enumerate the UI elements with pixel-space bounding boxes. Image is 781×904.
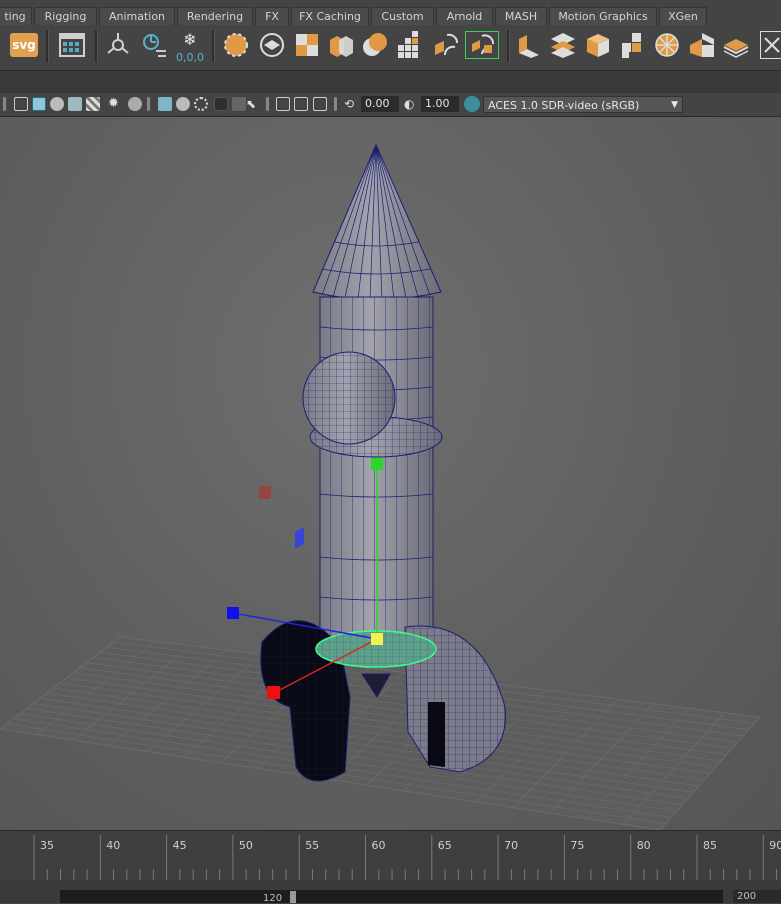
smooth-icon[interactable] [549,31,577,59]
x-axis-handle[interactable] [267,686,280,699]
bridge-icon[interactable] [515,31,543,59]
tab-fx-caching[interactable]: FX Caching [291,7,369,25]
range-end-field[interactable]: 200 [733,890,781,903]
smooth-shade-icon[interactable] [32,97,46,111]
pivot-reset-icon[interactable] [140,31,168,59]
exposure-field[interactable]: 0.00 [361,96,399,112]
range-slider-handle[interactable] [290,891,296,903]
extrude-icon[interactable] [432,31,460,59]
tab-xgen[interactable]: XGen [659,7,707,25]
y-axis-handle[interactable] [371,458,383,470]
xy-plane-handle[interactable] [295,527,304,549]
center-handle[interactable] [371,633,383,645]
z-axis-handle[interactable] [227,607,239,619]
shelf-separator [212,30,215,62]
timeline-tick-marks [33,835,778,881]
chevron-down-icon: ▼ [671,100,678,110]
exposure-icon[interactable]: ⟲ [344,97,358,111]
mirror-icon[interactable] [584,31,612,59]
select-cursor-icon[interactable]: ⬉ [246,97,260,111]
uv-editor-icon[interactable] [58,31,86,59]
anti-alias-icon[interactable] [194,97,208,111]
sweep-mesh-icon[interactable] [104,31,132,59]
combine-icon[interactable] [293,31,321,59]
rocket-cone [312,143,442,301]
depth-of-field-icon[interactable] [214,97,228,111]
shadows-icon[interactable] [128,97,142,111]
wireframe-on-shaded-icon[interactable] [50,97,64,111]
tab-animation[interactable]: Animation [99,7,175,25]
color-space-label: ACES 1.0 SDR-video (sRGB) [488,99,640,112]
tab-rigging[interactable]: Rigging [34,7,97,25]
sphere-select-icon[interactable] [222,31,250,59]
screen-space-ao-icon[interactable] [158,97,172,111]
range-current-value: 120 [263,893,283,904]
shelf-gap [0,70,781,93]
isolate-select-icon[interactable] [232,97,246,111]
freeze-transform-icon[interactable]: ❄ 0,0,0 [174,30,206,63]
tab-arnold[interactable]: Arnold [436,7,493,25]
multi-cut-icon[interactable] [396,31,424,59]
scene-svg [0,143,761,830]
gamma-icon[interactable]: ◐ [404,97,418,111]
soft-select-icon[interactable] [258,31,286,59]
textured-icon[interactable] [68,97,82,111]
yz-plane-handle[interactable] [259,486,271,499]
tab-modeling[interactable]: ting [0,7,32,25]
color-management-icon[interactable] [464,96,480,112]
panel-toolbar: ✹ ⬉ ⟲ 0.00 ◐ 1.00 ACES 1.0 SDR-video (sR… [0,93,781,117]
separate-icon[interactable] [327,31,355,59]
toolbar-divider [334,97,337,111]
tab-custom[interactable]: Custom [371,7,434,25]
overflow-shelf-icon[interactable] [760,31,781,59]
shelf-separator [507,30,510,62]
toolbar-divider [147,97,150,111]
toolbar-grip-icon [3,97,6,111]
range-slider[interactable] [60,890,723,903]
rocket-sphere [302,351,396,445]
perspective-viewport[interactable] [0,117,781,830]
shelf-tabs: ting Rigging Animation Rendering FX FX C… [0,0,781,27]
shelf-separator [46,30,49,62]
svg-tool-icon[interactable]: svg [10,33,38,57]
bevel-icon[interactable] [465,31,499,59]
snap-values: 0,0,0 [176,51,204,64]
color-space-dropdown[interactable]: ACES 1.0 SDR-video (sRGB) ▼ [483,96,683,113]
boolean-icon[interactable] [361,31,389,59]
checker-icon[interactable] [86,97,100,111]
quad-draw-icon[interactable] [618,31,646,59]
tab-fx[interactable]: FX [255,7,289,25]
resolution-gate-icon[interactable] [313,97,327,111]
shelf-icons: svg ❄ 0,0,0 [0,26,781,70]
toolbar-divider [266,97,269,111]
time-slider[interactable]: 35 40 45 50 55 60 65 70 75 80 85 90 [0,830,781,881]
light-icon[interactable]: ✹ [108,97,122,111]
xray-joints-icon[interactable] [294,97,308,111]
tab-motion-graphics[interactable]: Motion Graphics [549,7,657,25]
wireframe-cube-icon[interactable] [14,97,28,111]
svg-text:❄: ❄ [183,31,196,49]
gamma-field[interactable]: 1.00 [421,96,459,112]
mesh-display-icon[interactable] [722,31,750,59]
shelf-separator [95,30,98,62]
tab-rendering[interactable]: Rendering [177,7,253,25]
xray-icon[interactable] [276,97,290,111]
motion-blur-icon[interactable] [176,97,190,111]
target-weld-icon[interactable] [653,31,681,59]
tab-mash[interactable]: MASH [495,7,547,25]
crease-icon[interactable] [688,31,716,59]
